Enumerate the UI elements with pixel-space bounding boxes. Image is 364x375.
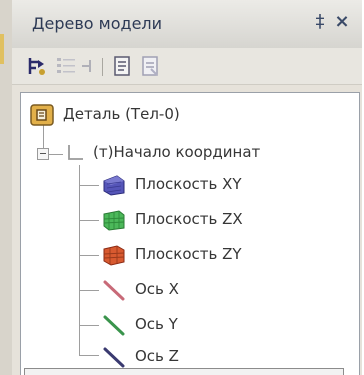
panel-title-bar: Дерево модели ‡ ×: [12, 0, 362, 49]
tree-connector: [43, 125, 44, 148]
tree-node-label: (т)Начало координат: [93, 143, 261, 161]
filter-icon[interactable]: [78, 54, 102, 78]
model-tree-window: Дерево модели ‡ × Деталь (Тел-0) (т)Нача…: [0, 0, 364, 375]
part-icon: [29, 103, 55, 127]
list-view-icon[interactable]: [54, 54, 78, 78]
tree-connector: [79, 165, 80, 355]
model-tree-panel: Дерево модели ‡ × Деталь (Тел-0) (т)Нача…: [12, 0, 362, 375]
collapse-toggle[interactable]: [37, 148, 49, 160]
tree-connector: [79, 185, 99, 186]
tree-node-label: Плоскость ZX: [135, 210, 243, 228]
horizontal-scrollbar[interactable]: [24, 368, 344, 375]
tree-node-label: Деталь (Тел-0): [63, 105, 180, 123]
axis-y-icon: [101, 313, 127, 337]
tree-connector: [79, 290, 99, 291]
axis-x-icon: [101, 278, 127, 302]
build-tree-icon[interactable]: [26, 54, 50, 78]
tree-connector: [79, 255, 99, 256]
panel-toolbar: [12, 48, 362, 85]
tree-connector: [49, 154, 63, 155]
pin-icon[interactable]: ‡: [308, 10, 332, 34]
tree-node-label: Ось Z: [135, 347, 179, 365]
close-icon[interactable]: ×: [330, 10, 354, 34]
tree-node-label: Плоскость ZY: [135, 245, 242, 263]
tree-node-label: Ось Y: [135, 315, 178, 333]
dock-tab-marker[interactable]: [0, 34, 4, 64]
left-dock-strip: [0, 0, 12, 375]
plane-xy-icon: [101, 173, 127, 197]
panel-title: Дерево модели: [32, 14, 163, 33]
tree-node-label: Ось X: [135, 280, 179, 298]
tree-connector: [79, 355, 99, 356]
document-icon[interactable]: [110, 54, 134, 78]
tree-node-label: Плоскость XY: [135, 175, 242, 193]
plane-zx-icon: [101, 208, 127, 232]
coordinate-origin-icon: [65, 141, 85, 165]
properties-icon[interactable]: [138, 54, 162, 78]
plane-zy-icon: [101, 243, 127, 267]
axis-z-icon: [101, 345, 127, 369]
tree-connector: [79, 220, 99, 221]
toolbar-separator: [102, 58, 103, 76]
tree-connector: [79, 325, 99, 326]
model-tree[interactable]: Деталь (Тел-0) (т)Начало координат Плоск…: [20, 92, 360, 375]
